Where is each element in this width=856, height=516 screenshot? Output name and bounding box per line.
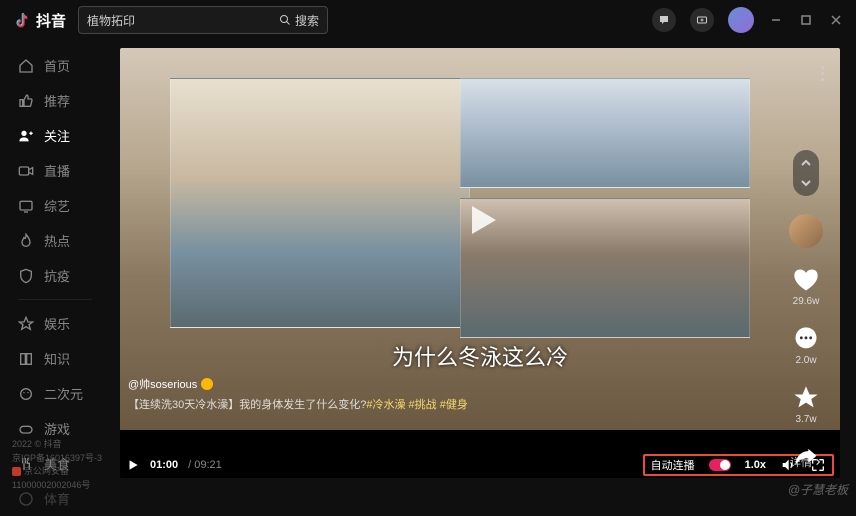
duration: / 09:21: [188, 459, 222, 471]
plus-icon: [696, 14, 708, 26]
video-caption: 为什么冬泳这么冷: [392, 340, 568, 372]
heart-icon: [792, 266, 820, 294]
watermark: @子慧老板: [788, 481, 848, 498]
close-button[interactable]: [828, 12, 844, 28]
play-button[interactable]: [456, 196, 504, 244]
favorite-button[interactable]: 3.7w: [792, 384, 820, 425]
search-button[interactable]: 搜索: [279, 12, 319, 29]
video-frame: [170, 78, 470, 328]
minimize-button[interactable]: [768, 12, 784, 28]
sparkle-icon: [18, 386, 34, 402]
autoplay-label: 自动连播: [651, 457, 695, 473]
like-button[interactable]: 29.6w: [792, 266, 820, 307]
more-button[interactable]: [821, 66, 824, 81]
sidebar-item-entertainment[interactable]: 娱乐: [0, 306, 110, 341]
current-time: 01:00: [150, 459, 178, 471]
minimize-icon: [770, 14, 782, 26]
sidebar-item-follow[interactable]: 关注: [0, 118, 110, 153]
video-icon: [18, 163, 34, 179]
app-logo[interactable]: 抖音: [12, 10, 66, 31]
user-icon: [18, 128, 34, 144]
sidebar-item-recommend[interactable]: 推荐: [0, 83, 110, 118]
sidebar-item-live[interactable]: 直播: [0, 153, 110, 188]
next-video-button[interactable]: [797, 174, 815, 192]
comment-button[interactable]: 2.0w: [792, 325, 820, 366]
video-player: 为什么冬泳这么冷 @帅soserious 【连续洗30天冷水澡】我的身体发生了什…: [120, 48, 840, 478]
comment-icon: [792, 325, 820, 353]
flame-icon: [18, 233, 34, 249]
douyin-icon: [12, 11, 30, 29]
ball-icon: [18, 491, 34, 507]
video-tags[interactable]: #冷水澡 #挑战 #健身: [366, 399, 467, 411]
chevron-up-icon: [800, 157, 812, 169]
chevron-down-icon: [800, 177, 812, 189]
share-button[interactable]: [792, 443, 820, 471]
sidebar-item-home[interactable]: 首页: [0, 48, 110, 83]
sidebar-item-trending[interactable]: 热点: [0, 223, 110, 258]
home-icon: [18, 58, 34, 74]
thumbs-up-icon: [18, 93, 34, 109]
tv-icon: [18, 198, 34, 214]
author-avatar[interactable]: [789, 214, 823, 248]
maximize-icon: [800, 14, 812, 26]
close-icon: [830, 14, 842, 26]
prev-video-button[interactable]: [797, 154, 815, 172]
search-icon: [279, 14, 291, 26]
app-name: 抖音: [36, 10, 66, 31]
sidebar-item-covid[interactable]: 抗疫: [0, 258, 110, 293]
user-avatar[interactable]: [728, 7, 754, 33]
video-nav: [793, 150, 819, 196]
video-title: 【连续洗30天冷水澡】我的身体发生了什么变化?: [128, 399, 366, 411]
badge-icon: [12, 467, 21, 476]
sidebar-divider: [18, 299, 92, 300]
sidebar-item-variety[interactable]: 综艺: [0, 188, 110, 223]
upload-button[interactable]: [690, 8, 714, 32]
book-icon: [18, 351, 34, 367]
playback-speed[interactable]: 1.0x: [745, 459, 766, 471]
shield-icon: [18, 268, 34, 284]
maximize-button[interactable]: [798, 12, 814, 28]
autoplay-toggle[interactable]: [709, 459, 731, 471]
dots-icon: [821, 66, 824, 69]
video-author[interactable]: @帅soserious: [128, 376, 468, 392]
star-icon: [792, 384, 820, 412]
message-button[interactable]: [652, 8, 676, 32]
share-icon: [792, 443, 820, 471]
play-icon: [456, 196, 504, 244]
sidebar: 首页 推荐 关注 直播 综艺 热点 抗疫 娱乐 知识 二次元 游戏 美食 体育 …: [0, 40, 110, 500]
video-frame: [460, 78, 750, 188]
verified-icon: [201, 378, 213, 390]
video-canvas[interactable]: 为什么冬泳这么冷 @帅soserious 【连续洗30天冷水澡】我的身体发生了什…: [120, 48, 840, 430]
sidebar-item-knowledge[interactable]: 知识: [0, 341, 110, 376]
gamepad-icon: [18, 421, 34, 437]
play-small-icon[interactable]: [126, 458, 140, 472]
action-rail: 29.6w 2.0w 3.7w: [788, 150, 824, 471]
footer-info: 2022 © 抖音 京ICP备16016397号-3 京公网安备 1100000…: [12, 438, 102, 492]
video-meta: @帅soserious 【连续洗30天冷水澡】我的身体发生了什么变化?#冷水澡 …: [128, 376, 468, 412]
sidebar-item-anime[interactable]: 二次元: [0, 376, 110, 411]
search-input[interactable]: [87, 13, 279, 27]
star-icon: [18, 316, 34, 332]
message-icon: [658, 14, 670, 26]
search-box[interactable]: 搜索: [78, 6, 328, 34]
